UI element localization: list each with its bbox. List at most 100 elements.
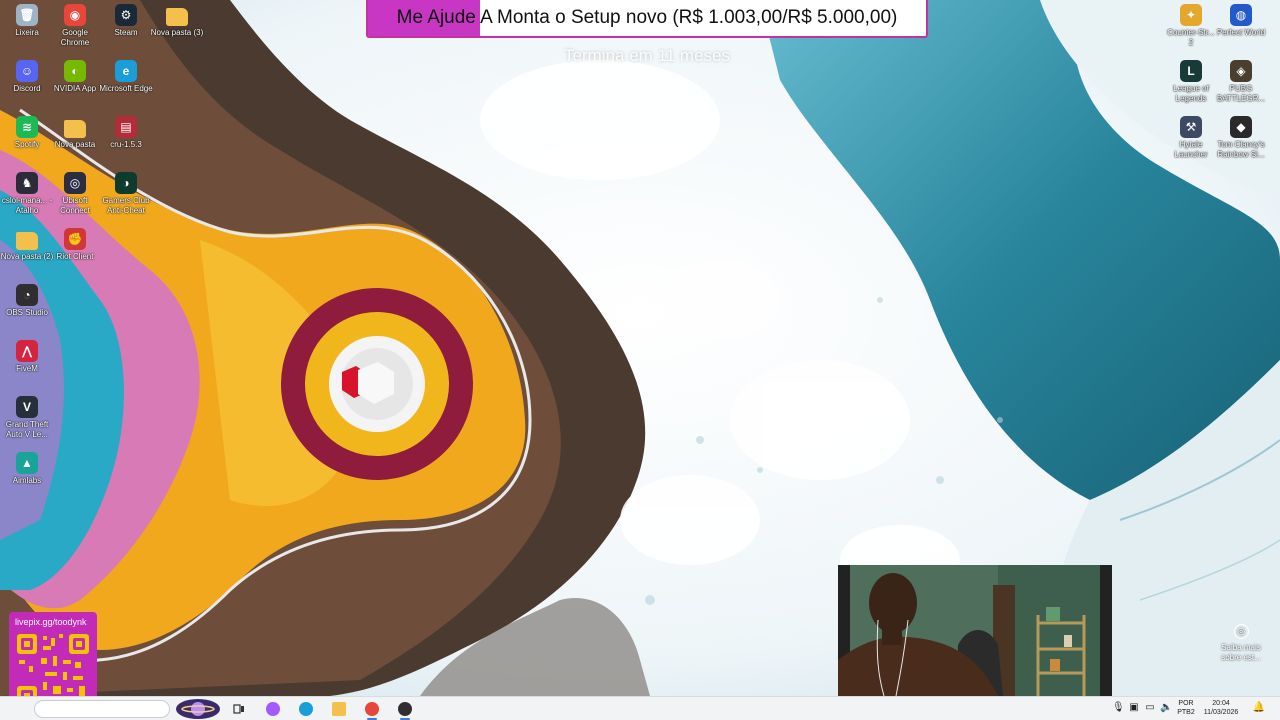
taskbar-app-chrome[interactable] (361, 699, 383, 720)
desktop-icon[interactable]: V Grand Theft Auto V Le... (0, 396, 54, 440)
ubisoft-icon: ◎ (64, 172, 86, 194)
desktop-icon-label: League of Legends (1173, 84, 1209, 103)
edge-icon: e (115, 60, 137, 82)
aimlabs-icon: ▲ (16, 452, 38, 474)
desktop-icon[interactable]: ▲ Aimlabs (0, 452, 54, 486)
taskbar-app-obs[interactable] (394, 699, 416, 720)
desktop-icon[interactable]: ◑ Gamers Club Anti-Cheat (99, 172, 153, 216)
desktop-icon[interactable]: ⋀ FiveM (0, 340, 54, 374)
desktop-icon[interactable]: Nova pasta (2) (0, 228, 54, 262)
desktop-icon-label: Gamers Club Anti-Cheat (102, 196, 150, 215)
desktop-icon-label: Hytale Launcher (1174, 140, 1208, 159)
desktop-icon-label: Ubisoft Connect (60, 196, 90, 215)
input-language-indicator[interactable]: POR PTB2 (1174, 699, 1198, 717)
desktop-icon[interactable]: e Microsoft Edge (99, 60, 153, 94)
desktop-icon-label: cslol-mana... - Atalho (1, 196, 53, 215)
desktop-icon-label: Riot Client (56, 252, 94, 261)
desktop-icon[interactable]: ◈ PUBG BATTLEGR... (1214, 60, 1268, 104)
desktop-icon-label: Perfect World (1216, 28, 1266, 37)
notification-bell-icon[interactable]: 🔔 (1252, 701, 1266, 715)
desktop-icon-label: Nova pasta (3) (150, 28, 204, 37)
microphone-icon[interactable]: 🎙 (1112, 701, 1125, 715)
search-highlight-icon[interactable] (174, 699, 222, 719)
folder-icon (332, 702, 346, 716)
spotlight-label: Saiba mais sobre est... (1221, 643, 1261, 662)
goal-text: Me Ajude A Monta o Setup novo (R$ 1.003,… (396, 7, 898, 28)
taskbar: 🎙 ▣ ▭ 🔈 POR PTB2 20:04 11/03/2026 🔔 (0, 696, 1280, 720)
desktop-icon-label: NVIDIA App (53, 84, 97, 93)
hytale-icon: ⚒ (1180, 116, 1202, 138)
desktop-icon-label: Steam (114, 28, 138, 37)
network-icon[interactable]: ▭ (1144, 701, 1156, 715)
goal-subtitle: Termina em 11 meses (564, 46, 730, 65)
desktop-icon-label: Counter-Str... 2 (1167, 28, 1215, 47)
desktop-icon[interactable]: ▤ cru-1.5.3 (99, 116, 153, 150)
camera-icon: ◎ (1233, 624, 1249, 639)
archive-icon: ▤ (115, 116, 137, 138)
desktop-icon[interactable]: Nova pasta (3) (150, 4, 204, 38)
desktop-icon-label: Google Chrome (60, 28, 90, 47)
desktop-icon[interactable]: ⚙ Steam (99, 4, 153, 38)
desktop-icon-label: Nova pasta (54, 140, 96, 149)
pubg-icon: ◈ (1230, 60, 1252, 82)
edge-icon (299, 702, 313, 716)
obs-icon (398, 702, 412, 716)
taskbar-clock[interactable]: 20:04 11/03/2026 (1198, 699, 1244, 717)
copilot-icon (266, 702, 280, 716)
desktop-icon-label: FiveM (16, 364, 38, 373)
riot-icon: ✊ (64, 228, 86, 250)
desktop-icon-label: Lixeira (15, 28, 39, 37)
desktop-icon[interactable]: ♞ cslol-mana... - Atalho (0, 172, 54, 216)
camera-tray-icon[interactable]: ▣ (1128, 701, 1140, 715)
discord-icon: ☺ (16, 60, 38, 82)
chrome-icon: ◉ (64, 4, 86, 26)
cs2-icon: ✦ (1180, 4, 1202, 26)
desktop-icon[interactable]: ✊ Riot Client (48, 228, 102, 262)
recycle-bin-icon: 🗑 (16, 4, 38, 26)
volume-icon[interactable]: 🔈 (1160, 701, 1172, 715)
gta-icon: V (16, 396, 38, 418)
desktop-icon[interactable]: ◆ Tom Clancy's Rainbow Si... (1214, 116, 1268, 160)
desktop-icon[interactable]: ☺ Discord (0, 60, 54, 94)
nvidia-icon: ◐ (64, 60, 86, 82)
taskbar-search-box[interactable] (34, 700, 170, 718)
spotlight-learn-more[interactable]: ◎ Saiba mais sobre est... (1214, 624, 1268, 663)
desktop-icon[interactable]: L League of Legends (1164, 60, 1218, 104)
clock-date: 11/03/2026 (1203, 709, 1239, 716)
obs-icon: ◔ (16, 284, 38, 306)
desktop-icon-label: Microsoft Edge (99, 84, 153, 93)
task-view-icon[interactable] (228, 699, 250, 719)
taskbar-app-copilot[interactable] (262, 699, 284, 719)
desktop-icon[interactable]: ◎ Ubisoft Connect (48, 172, 102, 216)
desktop-icon[interactable]: ⚒ Hytale Launcher (1164, 116, 1218, 160)
taskbar-app-edge[interactable] (295, 699, 317, 719)
desktop-icon-label: OBS Studio (6, 308, 48, 317)
clock-time: 20:04 (1212, 700, 1230, 707)
folder-icon (166, 8, 188, 26)
spotify-icon: ≋ (16, 116, 38, 138)
desktop-icon[interactable]: Nova pasta (48, 116, 102, 150)
webcam-overlay (838, 565, 1112, 696)
desktop-icon-label: Grand Theft Auto V Le... (5, 420, 49, 439)
desktop-icon[interactable]: ◍ Perfect World (1214, 4, 1268, 38)
desktop-icon[interactable]: ✦ Counter-Str... 2 (1164, 4, 1218, 48)
folder-icon (64, 120, 86, 138)
desktop-icon-label: Tom Clancy's Rainbow Si... (1217, 140, 1265, 159)
perfectworld-icon: ◍ (1230, 4, 1252, 26)
chrome-icon (365, 702, 379, 716)
desktop-icon[interactable]: ≋ Spotify (0, 116, 54, 150)
donation-goal-bar: Me Ajude A Monta o Setup novo (R$ 1.003,… (366, 0, 928, 38)
desktop-icon-label: Discord (13, 84, 41, 93)
rainbow-six-icon: ◆ (1230, 116, 1252, 138)
folder-icon (16, 232, 38, 250)
fivem-icon: ⋀ (16, 340, 38, 362)
desktop-icon[interactable]: ◐ NVIDIA App (48, 60, 102, 94)
taskbar-app-file-explorer[interactable] (328, 699, 350, 719)
desktop-icon[interactable]: 🗑 Lixeira (0, 4, 54, 38)
desktop-icon-label: Spotify (14, 140, 40, 149)
desktop-icon[interactable]: ◔ OBS Studio (0, 284, 54, 318)
desktop-icon[interactable]: ◉ Google Chrome (48, 4, 102, 48)
lol-icon: L (1180, 60, 1202, 82)
steam-icon: ⚙ (115, 4, 137, 26)
desktop-icon-label: PUBG BATTLEGR... (1216, 84, 1266, 103)
